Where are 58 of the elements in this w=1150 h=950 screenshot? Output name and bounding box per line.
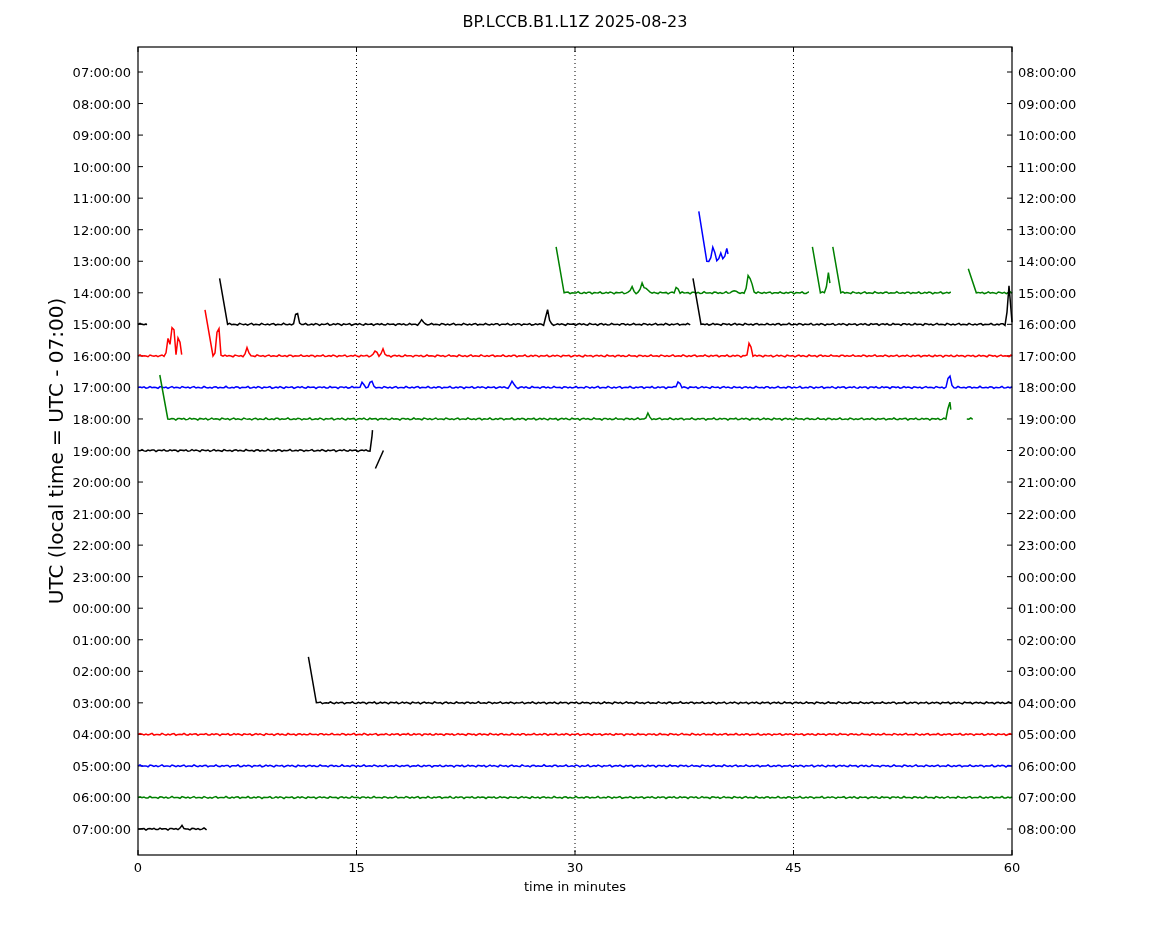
- y-tick-label: 00:00:00: [1018, 569, 1077, 585]
- x-tick-label: 60: [1003, 860, 1021, 875]
- y-tick-label: 17:00:00: [1018, 348, 1077, 364]
- x-tick-label: 45: [785, 860, 802, 875]
- y-tick-label: 23:00:00: [72, 569, 131, 585]
- y-tick-label: 08:00:00: [1018, 822, 1077, 837]
- y-tick-label: 00:00:00: [72, 601, 131, 617]
- y-tick-label: 05:00:00: [1018, 727, 1077, 743]
- y-tick-label: 15:00:00: [72, 317, 131, 333]
- y-tick-label: 20:00:00: [1018, 443, 1077, 459]
- y-tick-label: 10:00:00: [72, 159, 131, 175]
- y-tick-label: 14:00:00: [1018, 254, 1077, 270]
- x-tick-label: 15: [348, 860, 365, 875]
- y-tick-label: 10:00:00: [1018, 128, 1077, 144]
- y-tick-label: 11:00:00: [72, 191, 131, 207]
- y-tick-label: 08:00:00: [1018, 65, 1077, 80]
- y-axis-label: UTC (local time = UTC - 07:00): [44, 297, 68, 605]
- y-tick-label: 15:00:00: [1018, 285, 1077, 301]
- y-tick-label: 04:00:00: [1018, 695, 1077, 711]
- y-tick-label: 21:00:00: [72, 506, 131, 522]
- y-tick-label: 18:00:00: [72, 411, 131, 427]
- y-tick-label: 07:00:00: [1018, 790, 1077, 806]
- y-tick-label: 23:00:00: [1018, 538, 1077, 554]
- y-tick-label: 12:00:00: [72, 222, 131, 238]
- y-tick-label: 07:00:00: [72, 822, 131, 837]
- y-tick-label: 08:00:00: [72, 96, 131, 112]
- y-tick-label: 03:00:00: [72, 695, 131, 711]
- y-tick-label: 09:00:00: [72, 128, 131, 144]
- y-tick-label: 06:00:00: [1018, 758, 1077, 774]
- y-tick-label: 13:00:00: [1018, 222, 1077, 238]
- y-tick-label: 22:00:00: [72, 538, 131, 554]
- y-tick-label: 21:00:00: [1018, 475, 1077, 491]
- y-tick-label: 19:00:00: [1018, 411, 1077, 427]
- y-tick-label: 18:00:00: [1018, 380, 1077, 396]
- y-tick-label: 02:00:00: [1018, 632, 1077, 648]
- y-tick-label: 22:00:00: [1018, 506, 1077, 522]
- y-tick-label: 11:00:00: [1018, 159, 1077, 175]
- y-tick-label: 20:00:00: [72, 475, 131, 491]
- y-tick-label: 19:00:00: [72, 443, 131, 459]
- y-tick-label: 14:00:00: [72, 285, 131, 301]
- y-tick-label: 03:00:00: [1018, 664, 1077, 680]
- x-tick-label: 30: [566, 860, 584, 875]
- y-tick-label: 12:00:00: [1018, 191, 1077, 207]
- y-tick-label: 16:00:00: [1018, 317, 1077, 333]
- y-tick-label: 13:00:00: [72, 254, 131, 270]
- y-tick-label: 01:00:00: [72, 632, 131, 648]
- y-tick-label: 04:00:00: [72, 727, 131, 743]
- y-tick-label: 01:00:00: [1018, 601, 1077, 617]
- y-tick-label: 09:00:00: [1018, 96, 1077, 112]
- x-tick-label: 0: [133, 860, 143, 875]
- chart-title: BP.LCCB.B1.L1Z 2025-08-23: [462, 12, 688, 31]
- y-tick-label: 02:00:00: [72, 664, 131, 680]
- y-tick-label: 06:00:00: [72, 790, 131, 806]
- x-axis-label: time in minutes: [523, 879, 627, 894]
- y-tick-label: 16:00:00: [72, 348, 131, 364]
- y-tick-label: 17:00:00: [72, 380, 131, 396]
- y-tick-label: 05:00:00: [72, 758, 131, 774]
- y-tick-label: 07:00:00: [72, 65, 131, 80]
